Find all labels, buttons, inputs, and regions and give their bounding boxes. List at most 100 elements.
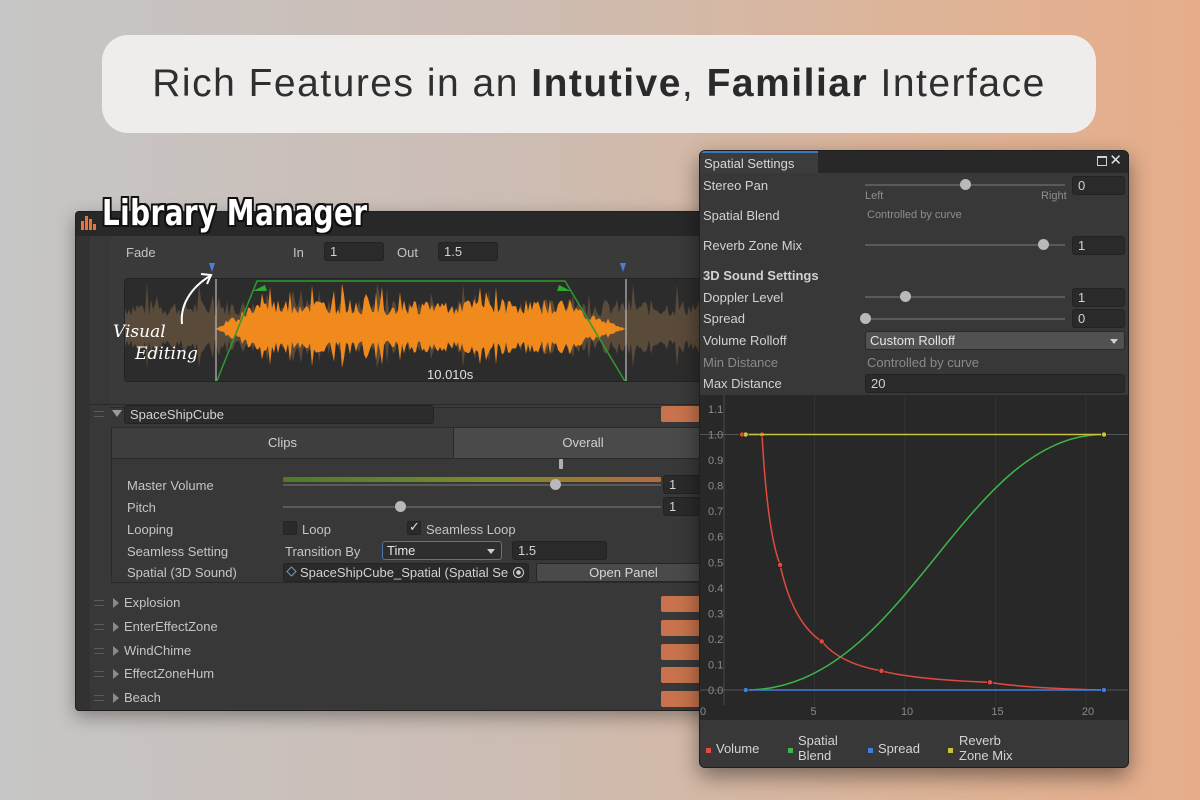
pan-right-hint: Right: [1041, 190, 1067, 202]
spatial-object-field[interactable]: SpaceShipCube_Spatial (Spatial Se: [283, 563, 529, 582]
spread-slider[interactable]: [865, 318, 1065, 320]
transition-dropdown-value: Time: [387, 543, 416, 558]
drag-handle-icon[interactable]: [94, 411, 104, 417]
y-tick-label: 0.0: [708, 685, 723, 697]
curve-keyframe-point: [987, 679, 993, 686]
waveform-active: [216, 283, 626, 368]
transition-by-label: Transition By: [285, 544, 361, 559]
library-left-strip: [76, 236, 90, 710]
library-item-row[interactable]: Explosion: [76, 593, 714, 615]
headline-bold-1: Intutive: [531, 62, 682, 105]
headline-post: Interface: [868, 62, 1046, 105]
legend-reverb-zone-mix: Reverb Zone Mix: [959, 733, 1012, 763]
library-manager-title: Library Manager: [102, 193, 368, 234]
doppler-level-slider[interactable]: [865, 296, 1065, 298]
drag-handle-icon[interactable]: [94, 647, 104, 654]
reverb-zone-mix-field[interactable]: 1: [1072, 236, 1125, 255]
chevron-down-icon: [487, 549, 495, 554]
transition-dropdown[interactable]: Time: [382, 541, 502, 560]
drag-handle-icon[interactable]: [94, 623, 104, 630]
expand-right-icon[interactable]: [113, 621, 119, 632]
master-volume-slider[interactable]: [283, 484, 661, 486]
master-volume-meter: [283, 477, 661, 482]
library-item-row[interactable]: Beach: [76, 688, 714, 710]
library-item-row[interactable]: EnterEffectZone: [76, 617, 714, 639]
position-marker-icon[interactable]: [620, 263, 626, 272]
spread-field[interactable]: 0: [1072, 309, 1125, 328]
y-tick-label: 0.6: [708, 532, 723, 544]
overall-settings-panel: Master Volume 1 Pitch 1 Looping Loop ✓ S…: [111, 458, 713, 583]
library-app-icon: [81, 216, 97, 230]
expand-right-icon[interactable]: [113, 598, 119, 608]
fade-in-field[interactable]: 1: [324, 242, 384, 261]
waveform-duration: 10.010s: [427, 367, 474, 382]
maximize-icon[interactable]: [1097, 156, 1107, 166]
volume-rolloff-dropdown[interactable]: Custom Rolloff: [865, 331, 1125, 350]
stereo-pan-knob[interactable]: [960, 179, 971, 190]
drag-handle-icon[interactable]: [94, 695, 104, 702]
stereo-pan-field[interactable]: 0: [1072, 176, 1125, 195]
doppler-level-label: Doppler Level: [703, 290, 784, 305]
expand-right-icon[interactable]: [113, 669, 119, 680]
rolloff-curve-graph[interactable]: 0.0 0.1 0.2 0.3 0.4 0.5 0.6 0.7 0.8 0.9 1.0 1.1 5 10 1…: [700, 395, 1128, 720]
tab-overall[interactable]: Overall: [454, 428, 712, 458]
pan-left-hint: Left: [865, 190, 884, 202]
reverb-zone-mix-knob[interactable]: [1038, 239, 1049, 250]
transition-value-field[interactable]: 1.5: [512, 541, 607, 560]
max-distance-field[interactable]: 20: [865, 374, 1125, 393]
spread-knob[interactable]: [860, 313, 871, 324]
curve-keyframe-point: [1101, 431, 1107, 438]
library-item-name: EnterEffectZone: [124, 618, 218, 634]
expand-right-icon[interactable]: [113, 693, 119, 704]
curve-keyframe-point: [742, 431, 749, 438]
fade-out-field[interactable]: 1.5: [438, 242, 498, 261]
master-volume-marker[interactable]: [559, 459, 563, 469]
master-volume-knob[interactable]: [550, 479, 562, 490]
3d-sound-section-title: 3D Sound Settings: [703, 268, 819, 283]
library-item-name: EffectZoneHum: [124, 666, 215, 682]
spatial-blend-legend-swatch: [788, 748, 793, 753]
library-item-row[interactable]: WindChime: [76, 641, 714, 663]
max-distance-label: Max Distance: [703, 376, 782, 391]
drag-handle-icon[interactable]: [94, 600, 104, 606]
min-distance-note: Controlled by curve: [867, 355, 979, 370]
library-item-name: Explosion: [124, 595, 181, 610]
target-picker-icon[interactable]: [513, 567, 524, 578]
library-item-row[interactable]: EffectZoneHum: [76, 664, 714, 686]
y-tick-label: 0.1: [708, 659, 723, 671]
pitch-knob[interactable]: [395, 501, 407, 512]
item-name-field[interactable]: SpaceShipCube: [124, 405, 434, 424]
item-tabs: Clips Overall: [111, 427, 712, 459]
curve-spatial-blend: [745, 433, 1105, 691]
y-tick-label: 1.1: [708, 404, 723, 416]
expand-down-icon[interactable]: [112, 410, 122, 417]
expand-right-icon[interactable]: [113, 645, 119, 656]
legend-reverb-line1: Reverb: [959, 733, 1001, 748]
x-tick-label: 5: [810, 706, 816, 718]
loop-checkbox[interactable]: [283, 521, 297, 535]
spatial-blend-note: Controlled by curve: [867, 209, 962, 221]
spread-label: Spread: [703, 311, 745, 326]
reverb-zone-mix-label: Reverb Zone Mix: [703, 238, 802, 253]
drag-handle-icon[interactable]: [94, 671, 104, 678]
x-tick-label: 20: [1082, 706, 1094, 718]
headline-bold-2: Familiar: [706, 62, 869, 105]
y-tick-label: 0.4: [708, 583, 723, 595]
doppler-level-knob[interactable]: [900, 291, 911, 302]
legend-spatial-blend: Spatial Blend: [798, 733, 838, 763]
open-panel-button[interactable]: Open Panel: [536, 563, 711, 582]
volume-rolloff-value: Custom Rolloff: [870, 333, 956, 348]
spatial-titlebar: Spatial Settings ✕: [700, 151, 1128, 173]
checkmark-icon: ✓: [409, 519, 420, 534]
tab-clips[interactable]: Clips: [112, 428, 454, 458]
spatial-settings-tab[interactable]: Spatial Settings: [700, 151, 818, 173]
legend-spread: Spread: [878, 741, 920, 756]
seamless-setting-label: Seamless Setting: [127, 544, 229, 559]
pitch-slider[interactable]: [283, 506, 661, 508]
close-icon[interactable]: ✕: [1109, 151, 1122, 169]
min-distance-label: Min Distance: [703, 355, 779, 370]
seamless-loop-checkbox[interactable]: ✓: [407, 519, 421, 535]
doppler-level-field[interactable]: 1: [1072, 288, 1125, 307]
reverb-zone-mix-slider[interactable]: [865, 244, 1065, 246]
y-tick-label: 0.2: [708, 634, 723, 646]
